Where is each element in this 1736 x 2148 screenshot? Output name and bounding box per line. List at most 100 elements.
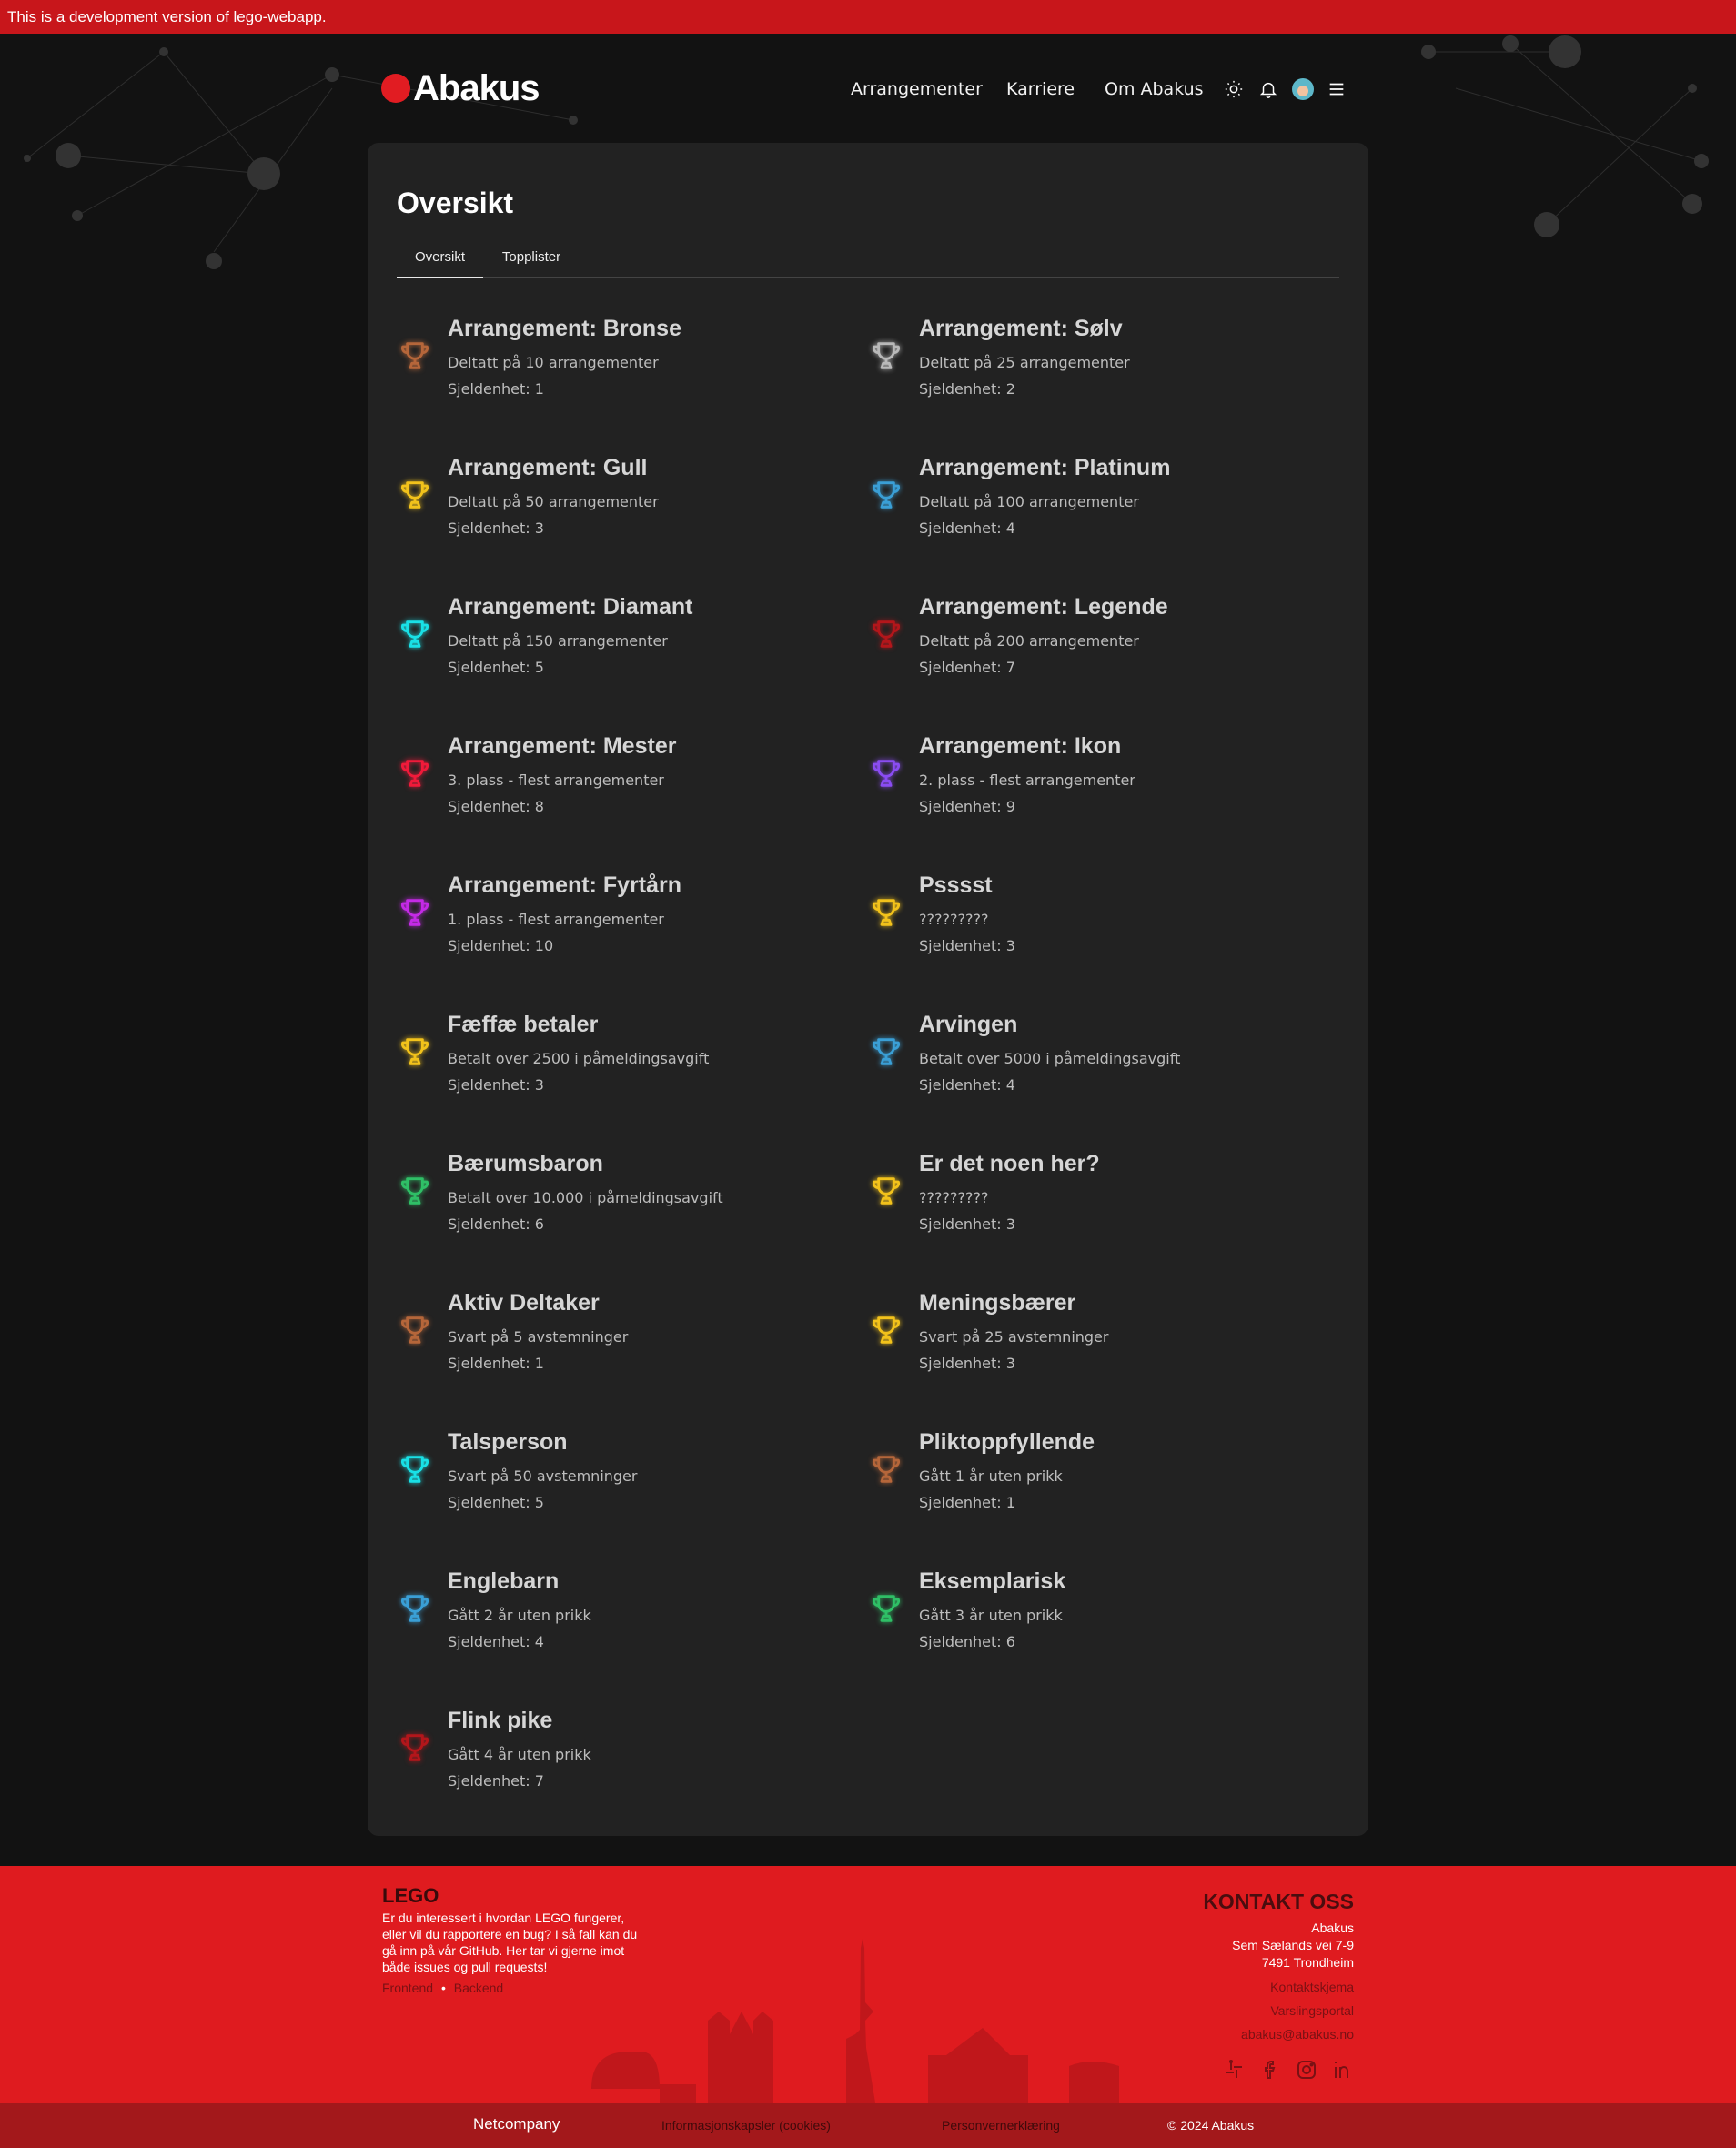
achievement-item: Arrangement: Mester 3. plass - flest arra… (397, 733, 824, 842)
achievement-title: Arrangement: Diamant (448, 594, 693, 620)
achievement-rarity: Sjeldenhet: 3 (448, 519, 544, 537)
achievement-title: Aktiv Deltaker (448, 1290, 600, 1316)
copyright: © 2024 Abakus (1167, 2118, 1255, 2133)
bell-icon[interactable] (1255, 76, 1282, 103)
menu-icon[interactable] (1323, 76, 1350, 103)
achievement-rarity: Sjeldenhet: 9 (919, 798, 1015, 815)
link-kontaktskjema[interactable]: Kontaktskjema (1203, 1979, 1354, 1995)
trophy-icon (397, 477, 433, 513)
achievement-item: Flink pike Gått 4 år uten prikk Sjeldenhet… (397, 1708, 824, 1817)
achievement-description: Svart på 25 avstemninger (919, 1328, 1109, 1346)
tab-topplister[interactable]: Topplister (484, 247, 579, 278)
achievement-description: 2. plass - flest arrangementer (919, 771, 1135, 789)
achievement-description: Gått 4 år uten prikk (448, 1746, 591, 1763)
achievement-item: Arrangement: Platinum Deltatt på 100 arra… (868, 455, 1296, 564)
instagram-icon[interactable] (1296, 2059, 1317, 2081)
achievement-description: Betalt over 2500 i påmeldingsavgift (448, 1050, 710, 1067)
achievement-item: Fæffæ betaler Betalt over 2500 i påmeldin… (397, 1012, 824, 1121)
achievement-description: Deltatt på 100 arrangementer (919, 493, 1139, 510)
achievement-title: Flink pike (448, 1708, 553, 1733)
slack-icon[interactable] (1223, 2059, 1245, 2081)
achievement-description: ????????? (919, 1189, 989, 1206)
achievement-description: Svart på 50 avstemninger (448, 1467, 638, 1485)
link-cookies[interactable]: Informasjonskapsler (cookies) (661, 2118, 831, 2133)
sun-icon[interactable] (1220, 76, 1247, 103)
trophy-icon (868, 755, 904, 792)
address-line-2: Sem Sælands vei 7-9 (1232, 1938, 1354, 1952)
achievement-rarity: Sjeldenhet: 1 (448, 380, 544, 398)
trophy-icon (397, 1590, 433, 1627)
trophy-icon (868, 1590, 904, 1627)
link-separator: • (440, 1981, 446, 1995)
link-email[interactable]: abakus@abakus.no (1203, 2026, 1354, 2042)
trophy-icon (868, 894, 904, 931)
achievement-item: Arrangement: Bronse Deltatt på 10 arrange… (397, 316, 824, 425)
achievement-rarity: Sjeldenhet: 4 (919, 1076, 1015, 1094)
achievement-item: Arvingen Betalt over 5000 i påmeldingsavg… (868, 1012, 1296, 1121)
achievement-title: Arrangement: Sølv (919, 316, 1123, 341)
achievement-rarity: Sjeldenhet: 6 (448, 1215, 544, 1233)
trophy-icon (868, 616, 904, 652)
achievement-title: Arvingen (919, 1012, 1018, 1037)
logo-text: Abakus (413, 67, 540, 108)
tab-oversikt[interactable]: Oversikt (397, 247, 483, 278)
achievement-item: Englebarn Gått 2 år uten prikk Sjeldenhet:… (397, 1568, 824, 1678)
abakus-logo[interactable]: Abakus (381, 67, 540, 108)
achievement-rarity: Sjeldenhet: 3 (919, 1215, 1015, 1233)
achievement-item: Arrangement: Ikon 2. plass - flest arrang… (868, 733, 1296, 842)
trophy-icon (397, 338, 433, 374)
achievement-rarity: Sjeldenhet: 3 (919, 1355, 1015, 1372)
contact-block: KONTAKT OSS Abakus Sem Sælands vei 7-9 7… (1203, 1890, 1354, 2042)
site-header: Abakus Arrangementer Karriere Om Abakus (0, 34, 1736, 143)
link-privacy[interactable]: Personvernerklæring (942, 2118, 1060, 2133)
trophy-icon (397, 1729, 433, 1766)
overview-card: Oversikt Oversikt Topplister Arrangement… (368, 143, 1368, 1836)
achievement-rarity: Sjeldenhet: 10 (448, 937, 554, 954)
achievement-item: Bærumsbaron Betalt over 10.000 i påmeldin… (397, 1151, 824, 1260)
trophy-icon (397, 755, 433, 792)
achievement-rarity: Sjeldenhet: 5 (448, 659, 544, 676)
trophy-icon (868, 1451, 904, 1487)
achievement-title: Englebarn (448, 1568, 560, 1594)
trophy-icon (868, 1312, 904, 1348)
achievement-description: Deltatt på 10 arrangementer (448, 354, 659, 371)
achievement-item: Meningsbærer Svart på 25 avstemninger Sjel… (868, 1290, 1296, 1399)
achievement-description: Deltatt på 150 arrangementer (448, 632, 668, 650)
achievement-item: Arrangement: Gull Deltatt på 50 arrangeme… (397, 455, 824, 564)
trophy-icon (397, 894, 433, 931)
avatar[interactable] (1289, 76, 1317, 103)
achievement-title: Meningsbærer (919, 1290, 1076, 1316)
achievement-title: Arrangement: Ikon (919, 733, 1122, 759)
trophy-icon (868, 1173, 904, 1209)
link-varslingsportal[interactable]: Varslingsportal (1203, 2002, 1354, 2019)
social-links (1223, 2059, 1354, 2081)
achievement-item: Arrangement: Diamant Deltatt på 150 arran… (397, 594, 824, 703)
facebook-icon[interactable] (1259, 2059, 1281, 2081)
achievement-item: Pliktoppfyllende Gått 1 år uten prikk Sjel… (868, 1429, 1296, 1538)
linkedin-icon[interactable] (1332, 2059, 1354, 2081)
achievement-rarity: Sjeldenhet: 3 (919, 937, 1015, 954)
link-frontend[interactable]: Frontend (382, 1981, 433, 1995)
achievement-rarity: Sjeldenhet: 6 (919, 1633, 1015, 1650)
achievement-title: Fæffæ betaler (448, 1012, 599, 1037)
trondheim-skyline-illustration (591, 1939, 1119, 2103)
achievement-title: Arrangement: Mester (448, 733, 677, 759)
nav-om-abakus[interactable]: Om Abakus (1105, 79, 1204, 99)
achievement-title: Arrangement: Bronse (448, 316, 681, 341)
achievement-description: Betalt over 10.000 i påmeldingsavgift (448, 1189, 723, 1206)
achievement-item: Arrangement: Legende Deltatt på 200 arran… (868, 594, 1296, 703)
logo-dot-icon (381, 74, 410, 103)
nav-karriere[interactable]: Karriere (1006, 79, 1075, 99)
achievement-item: Arrangement: Sølv Deltatt på 25 arrangeme… (868, 316, 1296, 425)
achievement-item: Er det noen her?????????? Sjeldenhet: 3 (868, 1151, 1296, 1260)
achievement-rarity: Sjeldenhet: 1 (919, 1494, 1015, 1511)
achievement-rarity: Sjeldenhet: 2 (919, 380, 1015, 398)
achievement-title: Psssst (919, 872, 993, 898)
trophy-icon (397, 1173, 433, 1209)
achievement-rarity: Sjeldenhet: 4 (448, 1633, 544, 1650)
link-backend[interactable]: Backend (454, 1981, 503, 1995)
nav-arrangementer[interactable]: Arrangementer (851, 79, 983, 99)
dev-banner: This is a development version of lego-we… (0, 0, 1736, 34)
achievement-item: Aktiv Deltaker Svart på 5 avstemninger Sje… (397, 1290, 824, 1399)
sponsor-netcompany[interactable]: Netcompany (473, 2115, 560, 2133)
